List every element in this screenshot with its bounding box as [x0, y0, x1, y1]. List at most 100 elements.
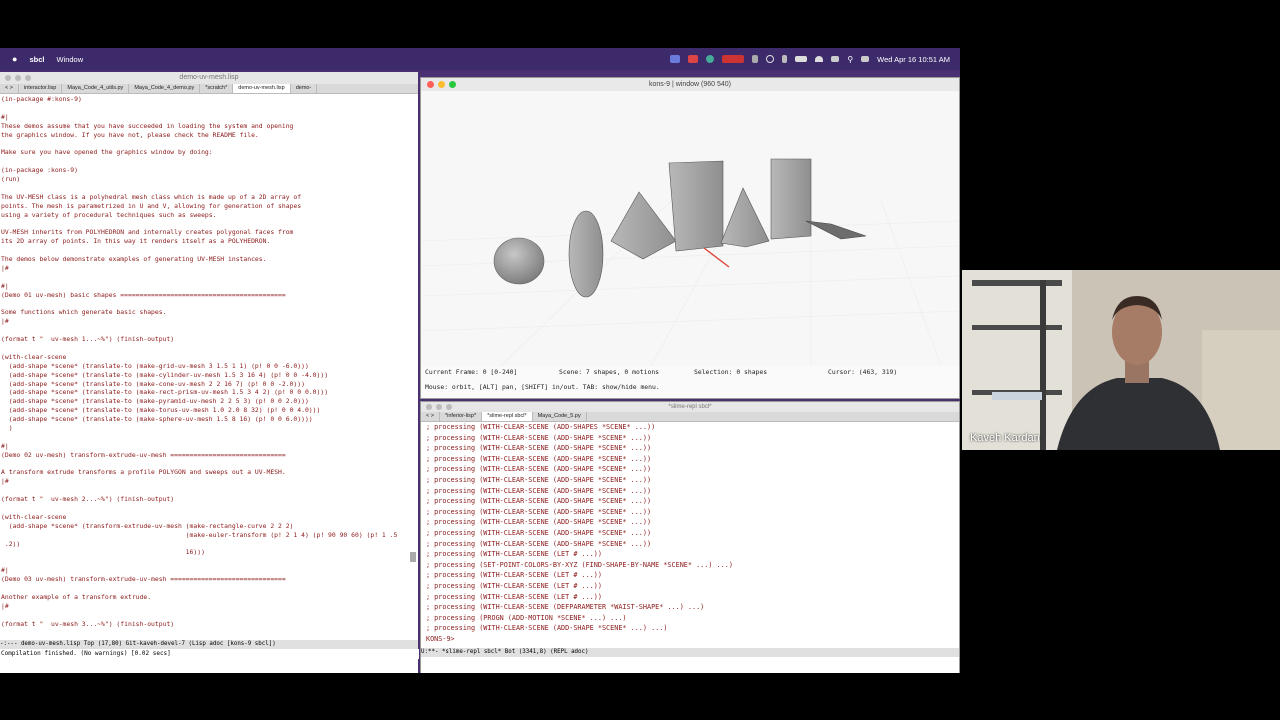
kons9-title-bar: kons-9 | window (960 540): [421, 78, 959, 91]
code-line: #|: [1, 112, 9, 121]
tab-demo-uv-mesh[interactable]: demo-uv-mesh.lisp: [233, 84, 291, 93]
menu-window[interactable]: Window: [56, 55, 83, 64]
code-line: (add-shape *scene* (translate-to (make-g…: [1, 361, 309, 370]
kons9-window-title: kons-9 | window (960 540): [649, 81, 731, 88]
close-button[interactable]: [427, 81, 434, 88]
editor-scrollbar[interactable]: [410, 552, 416, 562]
tab-scratch[interactable]: *scratch*: [200, 84, 234, 93]
code-line: |#: [1, 601, 9, 610]
code-line: Some functions which generate basic shap…: [1, 308, 167, 317]
desktop: ● sbcl Window ⚲ Wed Apr 16 10:51 AM demo…: [0, 48, 960, 673]
repl-tab-bar: < > *inferior-lisp* *slime-repl sbcl* Ma…: [421, 412, 959, 422]
tab-maya-code-5[interactable]: Maya_Code_5.py: [533, 412, 587, 421]
code-line: (Demo 03 uv-mesh) transform-extrude-uv-m…: [1, 575, 286, 584]
webcam-feed: Kaveh Kardan: [962, 270, 1280, 450]
apple-icon[interactable]: ●: [12, 54, 17, 64]
minimize-button[interactable]: [15, 75, 21, 81]
tab-nav-arrows[interactable]: < >: [0, 84, 19, 93]
code-line: (add-shape *scene* (translate-to (make-c…: [1, 370, 329, 379]
tab-inferior-lisp[interactable]: *inferior-lisp*: [440, 412, 483, 421]
recording-indicator-icon[interactable]: [722, 55, 745, 63]
scene-info: Scene: 7 shapes, 0 motions: [559, 368, 660, 376]
repl-title-bar: *slime-repl sbcl*: [421, 402, 959, 412]
code-line: #|: [1, 441, 9, 450]
wifi-icon[interactable]: [815, 56, 824, 62]
repl-line: ; processing (WITH-CLEAR-SCENE (ADD-SHAP…: [426, 444, 652, 453]
code-line: points. The mesh is parametrized in U an…: [1, 201, 302, 210]
record-icon[interactable]: [688, 55, 699, 63]
repl-line: ; processing (WITH-CLEAR-SCENE (LET # ..…: [426, 581, 602, 590]
code-line: (with-clear-scene: [1, 352, 67, 361]
tab-slime-repl[interactable]: *slime-repl sbcl*: [482, 412, 533, 421]
minimize-button[interactable]: [438, 81, 445, 88]
repl-output[interactable]: ; processing (WITH-CLEAR-SCENE (ADD-SHAP…: [426, 422, 956, 644]
cylinder-shape[interactable]: [770, 158, 812, 240]
zoom-button[interactable]: [446, 404, 452, 410]
repl-line: ; processing (PROGN (ADD-MOTION *SCENE* …: [426, 613, 627, 622]
code-line: The demos below demonstrate examples of …: [1, 255, 267, 264]
airplay-icon[interactable]: [831, 56, 840, 62]
emacs-window-title: demo-uv-mesh.lisp: [179, 74, 239, 81]
kons9-status-bar: Current Frame: 0 [0-240] Scene: 7 shapes…: [421, 366, 959, 398]
torus-shape[interactable]: [568, 210, 604, 298]
participant-name: Kaveh Kardan: [970, 432, 1040, 444]
menu-clock[interactable]: Wed Apr 16 10:51 AM: [877, 55, 950, 64]
app-status-icon[interactable]: [706, 55, 715, 63]
screen-share-icon[interactable]: [670, 55, 681, 63]
repl-line: ; processing (WITH-CLEAR-SCENE (ADD-SHAP…: [426, 465, 652, 474]
code-line: the graphics window. If you have not, pl…: [1, 130, 259, 139]
clock-icon[interactable]: [766, 55, 775, 63]
tab-interactor[interactable]: interactor.lisp: [19, 84, 63, 93]
repl-window-title: *slime-repl sbcl*: [668, 404, 712, 410]
pyramid-shape[interactable]: [610, 191, 677, 260]
repl-line: ; processing (WITH-CLEAR-SCENE (ADD-SHAP…: [426, 518, 652, 527]
grid-shape[interactable]: [805, 220, 867, 240]
repl-mode-line: U:**- *slime-repl sbcl* Bot (3341,8) (RE…: [421, 648, 959, 657]
code-line: .2)): [1, 539, 21, 548]
zoom-button[interactable]: [449, 81, 456, 88]
cone-shape[interactable]: [720, 187, 770, 248]
zoom-button[interactable]: [25, 75, 31, 81]
minimize-button[interactable]: [436, 404, 442, 410]
control-center-icon[interactable]: [861, 56, 870, 62]
app-menu-sbcl[interactable]: sbcl: [29, 55, 44, 64]
code-editor[interactable]: (in-package #:kons-9) #| These demos assum…: [1, 95, 406, 639]
bluetooth-icon[interactable]: [782, 55, 788, 63]
close-button[interactable]: [426, 404, 432, 410]
tab-nav-arrows[interactable]: < >: [421, 412, 440, 421]
repl-window: *slime-repl sbcl* < > *inferior-lisp* *s…: [420, 401, 960, 673]
cursor-info: Cursor: (463, 319): [828, 368, 898, 376]
code-line: A transform extrude transforms a profile…: [1, 468, 286, 477]
search-icon[interactable]: ⚲: [847, 55, 853, 64]
menu-extra-icon[interactable]: [752, 55, 759, 63]
echo-area: Compilation finished. (No warnings) [0.0…: [0, 649, 419, 659]
rect-prism-shape[interactable]: [668, 160, 724, 252]
tab-demo[interactable]: demo-: [291, 84, 318, 93]
tab-maya-code-4-demo[interactable]: Maya_Code_4_demo.py: [129, 84, 201, 93]
repl-line: ; processing (WITH-CLEAR-SCENE (ADD-SHAP…: [426, 475, 652, 484]
repl-line: ; processing (WITH-CLEAR-SCENE (ADD-SHAP…: [426, 486, 652, 495]
code-line: |#: [1, 477, 9, 486]
sphere-shape[interactable]: [493, 237, 545, 285]
repl-line: ; processing (WITH-CLEAR-SCENE (ADD-SHAP…: [426, 624, 668, 633]
tab-maya-code-4-utils[interactable]: Maya_Code_4_utils.py: [62, 84, 130, 93]
emacs-tab-bar: < > interactor.lisp Maya_Code_4_utils.py…: [0, 84, 418, 94]
repl-line: ; processing (WITH-CLEAR-SCENE (ADD-SHAP…: [426, 433, 652, 442]
emacs-title-bar: demo-uv-mesh.lisp: [0, 72, 418, 84]
3d-viewport[interactable]: [421, 91, 959, 366]
kons9-graphics-window: kons-9 | window (960 540) Current Frame:…: [420, 77, 960, 399]
battery-icon[interactable]: [795, 56, 808, 62]
repl-prompt[interactable]: KONS-9>: [426, 634, 956, 645]
selection-info: Selection: 0 shapes: [694, 368, 768, 376]
close-button[interactable]: [5, 75, 11, 81]
emacs-mode-line: -:--- demo-uv-mesh.lisp Top (17,80) Git-…: [0, 640, 418, 649]
